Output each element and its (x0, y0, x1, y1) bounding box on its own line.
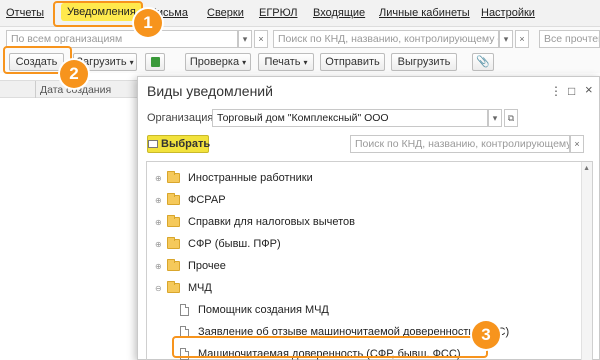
chevron-down-icon: ▾ (129, 58, 134, 67)
step-badge-3: 3 (472, 321, 500, 349)
check-button-label: Проверка (189, 56, 240, 68)
expand-icon[interactable]: ⊕ (155, 240, 162, 249)
paperclip-icon: 📎 (476, 56, 490, 68)
organization-open-button[interactable]: ⧉ (504, 109, 518, 127)
menu-reconciliations[interactable]: Сверки (207, 7, 244, 19)
status-filter-input[interactable]: Все прочтен (539, 30, 600, 48)
folder-open-icon (167, 281, 180, 293)
organization-dropdown-button[interactable]: ▾ (238, 30, 252, 48)
send-button[interactable]: Отправить (320, 53, 385, 71)
excel-icon (150, 57, 160, 67)
scrollbar[interactable]: ▲ (581, 162, 592, 360)
highlight-mchd-sfr-item (172, 336, 488, 358)
expand-icon[interactable]: ⊕ (155, 262, 162, 271)
dialog-title: Виды уведомлений (147, 83, 273, 99)
menu-egrul[interactable]: ЕГРЮЛ (259, 7, 297, 19)
organization-clear-button[interactable]: × (254, 30, 268, 48)
organization-dropdown-button[interactable]: ▾ (488, 109, 502, 127)
dialog-search-input[interactable]: Поиск по КНД, названию, контролирующему.… (350, 135, 570, 153)
organization-label: Организация: (147, 112, 217, 124)
tree-node-label: СФР (бывш. ПФР) (188, 238, 281, 250)
toolbar: Создать Загрузить ▾ Проверка ▾ Печать ▾ … (0, 51, 600, 73)
filter-row: По всем организациям ▾ × Поиск по КНД, н… (0, 27, 600, 51)
column-separator (35, 81, 36, 98)
collapse-icon[interactable]: ⊖ (155, 284, 162, 293)
tree-node-label: ФСРАР (188, 194, 226, 206)
search-dropdown-button[interactable]: ▾ (499, 30, 513, 48)
menu-personal-accounts[interactable]: Личные кабинеты (379, 7, 470, 19)
more-icon[interactable]: ⋮ (550, 84, 562, 98)
folder-icon (167, 215, 180, 227)
open-icon: ⧉ (507, 113, 515, 123)
chevron-down-icon: ▾ (503, 34, 509, 44)
close-icon: × (258, 34, 264, 44)
organization-field[interactable]: Торговый дом "Комплексный" ООО (212, 109, 488, 127)
document-icon (180, 304, 189, 316)
search-input[interactable]: Поиск по КНД, названию, контролирующему … (273, 30, 499, 48)
check-button[interactable]: Проверка ▾ (185, 53, 251, 71)
export-button[interactable]: Выгрузить (391, 53, 457, 71)
folder-icon (167, 171, 180, 183)
excel-button[interactable] (145, 53, 165, 71)
scroll-up-icon[interactable]: ▲ (583, 165, 590, 172)
maximize-icon[interactable]: □ (568, 84, 575, 98)
tree-node-label: Справки для налоговых вычетов (188, 216, 355, 228)
tree-node-label: МЧД (188, 282, 212, 294)
tree-node-label: Прочее (188, 260, 226, 272)
expand-icon[interactable]: ⊕ (155, 196, 162, 205)
notification-types-dialog: Виды уведомлений ⋮ □ × Организация: Торг… (137, 76, 600, 360)
tree-node-label: Иностранные работники (188, 172, 313, 184)
dialog-search-clear-button[interactable]: × (570, 135, 584, 153)
menu-reports[interactable]: Отчеты (6, 7, 44, 19)
step-badge-2: 2 (60, 60, 88, 88)
notification-types-tree: ▲ ⊕ Иностранные работники ⊕ ФСРАР ⊕ Спра… (146, 161, 593, 360)
folder-icon (167, 193, 180, 205)
print-button[interactable]: Печать ▾ (258, 53, 314, 71)
step-badge-1: 1 (134, 9, 162, 37)
tree-node-label: Помощник создания МЧД (198, 304, 329, 316)
menu-settings[interactable]: Настройки (481, 7, 535, 19)
chevron-down-icon: ▾ (242, 34, 248, 44)
folder-icon (167, 237, 180, 249)
expand-icon[interactable]: ⊕ (155, 174, 162, 183)
print-button-label: Печать (264, 56, 301, 68)
select-button[interactable]: Выбрать (147, 135, 211, 153)
close-icon: × (519, 34, 525, 44)
chevron-down-icon: ▾ (492, 113, 498, 123)
folder-icon (167, 259, 180, 271)
search-clear-button[interactable]: × (515, 30, 529, 48)
select-button-label: Выбрать (161, 138, 211, 150)
highlight-notifications-tab (53, 1, 143, 27)
chevron-down-icon: ▾ (242, 58, 247, 67)
chevron-down-icon: ▾ (303, 58, 308, 67)
close-icon: × (574, 139, 580, 149)
close-icon[interactable]: × (585, 82, 593, 97)
attach-button[interactable]: 📎 (472, 53, 494, 71)
expand-icon[interactable]: ⊕ (155, 218, 162, 227)
menu-incoming[interactable]: Входящие (313, 7, 365, 19)
select-icon (148, 140, 158, 148)
